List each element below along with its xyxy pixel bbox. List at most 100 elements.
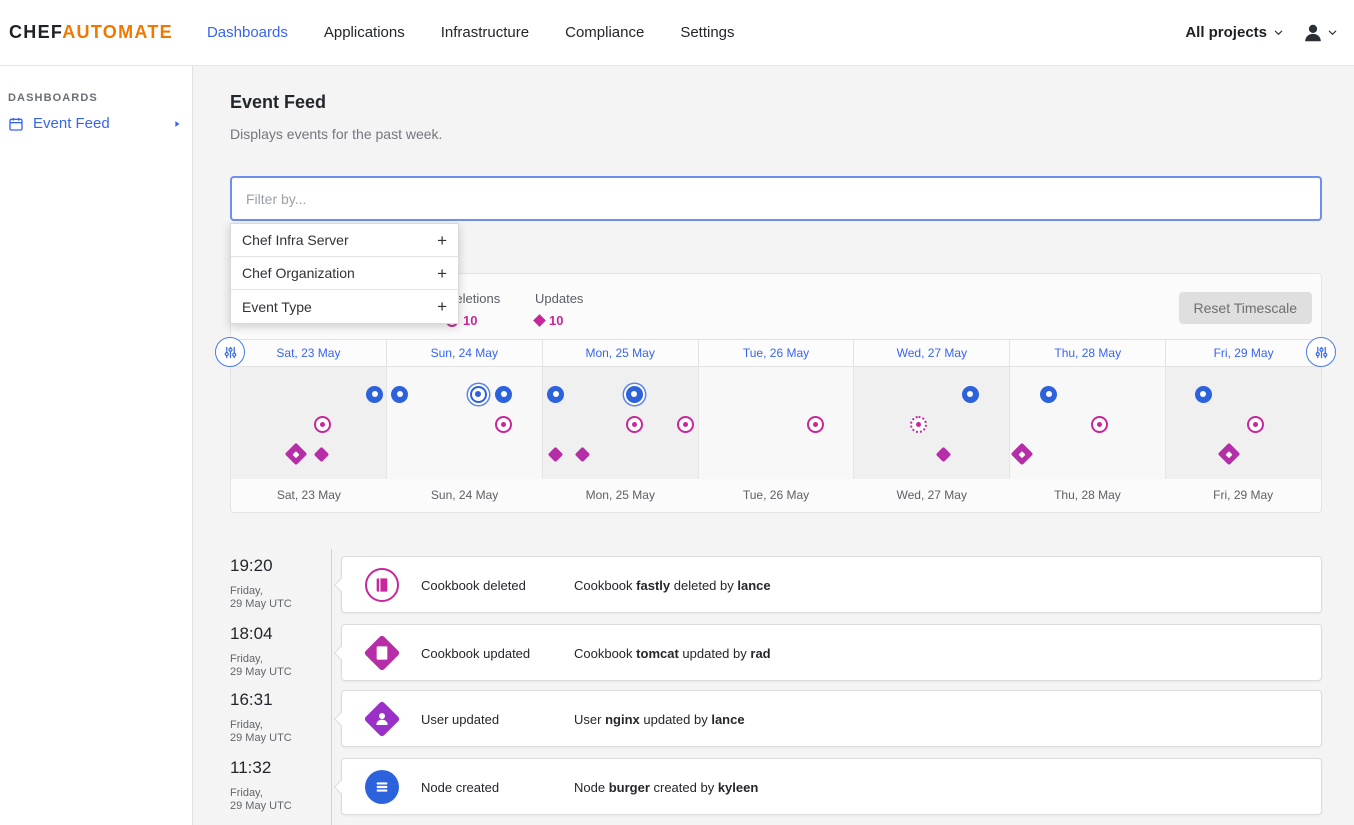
delete-event-marker[interactable] bbox=[677, 416, 694, 433]
update-event-marker[interactable] bbox=[574, 446, 590, 462]
expand-category-icon[interactable]: + bbox=[437, 298, 447, 315]
create-event-marker[interactable] bbox=[495, 386, 512, 403]
projects-filter-label: All projects bbox=[1185, 24, 1267, 41]
create-event-marker[interactable] bbox=[391, 386, 408, 403]
delete-event-marker[interactable] bbox=[626, 416, 643, 433]
event-weekday: Friday, bbox=[230, 585, 325, 598]
delete-event-marker[interactable] bbox=[807, 416, 824, 433]
create-event-marker[interactable] bbox=[1040, 386, 1057, 403]
event-description: Cookbook fastly deleted by lance bbox=[574, 578, 771, 593]
expand-category-icon[interactable]: + bbox=[437, 265, 447, 282]
event-list-guideline bbox=[331, 549, 332, 825]
event-time-label: 11:32 bbox=[230, 758, 325, 778]
delete-event-marker[interactable] bbox=[314, 416, 331, 433]
expand-category-icon[interactable]: + bbox=[437, 232, 447, 249]
chef-automate-logo: CHEFAUTOMATE bbox=[9, 22, 173, 43]
logo-automate: AUTOMATE bbox=[62, 22, 173, 42]
event-card-node-created: Node createdNode burger created by kylee… bbox=[341, 758, 1322, 815]
timescale-slider-left[interactable] bbox=[215, 337, 245, 367]
day-link-fri-29-may[interactable]: Fri, 29 May bbox=[1166, 340, 1321, 366]
timescale-slider-icon bbox=[223, 345, 238, 360]
timeline-day-footer: Sat, 23 MaySun, 24 MayMon, 25 MayTue, 26… bbox=[231, 479, 1321, 513]
chevron-right-icon bbox=[172, 119, 182, 129]
timescale-slider-right[interactable] bbox=[1306, 337, 1336, 367]
day-label: Mon, 25 May bbox=[542, 479, 698, 513]
nav-item-applications[interactable]: Applications bbox=[324, 24, 405, 41]
event-time-label: 16:31 bbox=[230, 690, 325, 710]
filter-input[interactable] bbox=[230, 176, 1322, 221]
day-label: Wed, 27 May bbox=[854, 479, 1010, 513]
sidebar-item-label: Event Feed bbox=[33, 115, 110, 132]
day-link-wed-27-may[interactable]: Wed, 27 May bbox=[854, 340, 1010, 366]
desc-prefix: Node bbox=[574, 780, 605, 795]
update-event-marker[interactable] bbox=[285, 443, 308, 466]
node-created-icon bbox=[363, 768, 401, 806]
entity-name: tomcat bbox=[636, 646, 679, 661]
main-nav: Dashboards Applications Infrastructure Comp… bbox=[207, 24, 735, 41]
card-notch bbox=[334, 578, 348, 592]
event-description: User nginx updated by lance bbox=[574, 712, 745, 727]
day-link-sat-23-may[interactable]: Sat, 23 May bbox=[231, 340, 387, 366]
event-card-cookbook-deleted: Cookbook deleted Cookbook fastly deleted … bbox=[341, 556, 1322, 613]
nav-item-compliance[interactable]: Compliance bbox=[565, 24, 644, 41]
event-date: 29 May UTC bbox=[230, 598, 325, 611]
delete-event-marker[interactable] bbox=[1091, 416, 1108, 433]
nav-item-infrastructure[interactable]: Infrastructure bbox=[441, 24, 529, 41]
create-event-marker[interactable] bbox=[470, 386, 487, 403]
day-label: Thu, 28 May bbox=[1010, 479, 1166, 513]
nav-item-dashboards[interactable]: Dashboards bbox=[207, 24, 288, 41]
update-event-marker[interactable] bbox=[314, 446, 330, 462]
user-menu-button[interactable] bbox=[1302, 22, 1338, 44]
delete-event-marker[interactable] bbox=[910, 416, 927, 433]
stat-label: Updates bbox=[535, 291, 583, 306]
delete-event-marker[interactable] bbox=[1247, 416, 1264, 433]
filter-category-label: Event Type bbox=[242, 299, 312, 315]
card-notch bbox=[334, 646, 348, 660]
create-event-marker[interactable] bbox=[547, 386, 564, 403]
day-link-tue-26-may[interactable]: Tue, 26 May bbox=[699, 340, 855, 366]
create-event-marker[interactable] bbox=[1195, 386, 1212, 403]
event-title: User updated bbox=[421, 712, 499, 727]
update-event-marker[interactable] bbox=[548, 446, 564, 462]
create-event-marker[interactable] bbox=[366, 386, 383, 403]
desc-prefix: Cookbook bbox=[574, 578, 633, 593]
update-event-marker[interactable] bbox=[1011, 443, 1034, 466]
filter-category-event-type[interactable]: Event Type + bbox=[231, 290, 458, 323]
update-event-marker[interactable] bbox=[936, 446, 952, 462]
reset-timescale-button[interactable]: Reset Timescale bbox=[1179, 292, 1312, 324]
event-date: 29 May UTC bbox=[230, 800, 325, 813]
day-link-thu-28-may[interactable]: Thu, 28 May bbox=[1010, 340, 1166, 366]
desc-action: updated by bbox=[682, 646, 746, 661]
top-navbar: CHEFAUTOMATE Dashboards Applications Infra… bbox=[0, 0, 1354, 66]
day-label: Fri, 29 May bbox=[1165, 479, 1321, 513]
update-event-marker[interactable] bbox=[1218, 443, 1241, 466]
day-link-sun-24-may[interactable]: Sun, 24 May bbox=[387, 340, 543, 366]
delete-event-marker[interactable] bbox=[495, 416, 512, 433]
event-description: Cookbook tomcat updated by rad bbox=[574, 646, 771, 661]
desc-action: created by bbox=[654, 780, 715, 795]
stat-count: 10 bbox=[463, 313, 477, 328]
desc-prefix: Cookbook bbox=[574, 646, 633, 661]
page-title: Event Feed bbox=[230, 92, 326, 113]
desc-action: deleted by bbox=[674, 578, 734, 593]
app-root: CHEFAUTOMATE Dashboards Applications Infra… bbox=[0, 0, 1354, 825]
sidebar: DASHBOARDS Event Feed bbox=[0, 66, 193, 825]
projects-filter-button[interactable]: All projects bbox=[1185, 24, 1284, 41]
timeline-markers bbox=[231, 367, 1321, 479]
filter-category-label: Chef Organization bbox=[242, 265, 355, 281]
filter-category-chef-infra-server[interactable]: Chef Infra Server + bbox=[231, 224, 458, 257]
card-notch bbox=[334, 712, 348, 726]
event-description: Node burger created by kyleen bbox=[574, 780, 758, 795]
desc-prefix: User bbox=[574, 712, 601, 727]
actor-name: kyleen bbox=[718, 780, 758, 795]
filter-category-chef-organization[interactable]: Chef Organization + bbox=[231, 257, 458, 290]
sidebar-item-event-feed[interactable]: Event Feed bbox=[8, 115, 186, 132]
create-event-marker[interactable] bbox=[626, 386, 643, 403]
filter-category-label: Chef Infra Server bbox=[242, 232, 349, 248]
nav-item-settings[interactable]: Settings bbox=[680, 24, 734, 41]
update-event-icon bbox=[533, 314, 546, 327]
create-event-marker[interactable] bbox=[962, 386, 979, 403]
day-link-mon-25-may[interactable]: Mon, 25 May bbox=[543, 340, 699, 366]
event-title: Cookbook deleted bbox=[421, 578, 526, 593]
event-weekday: Friday, bbox=[230, 787, 325, 800]
